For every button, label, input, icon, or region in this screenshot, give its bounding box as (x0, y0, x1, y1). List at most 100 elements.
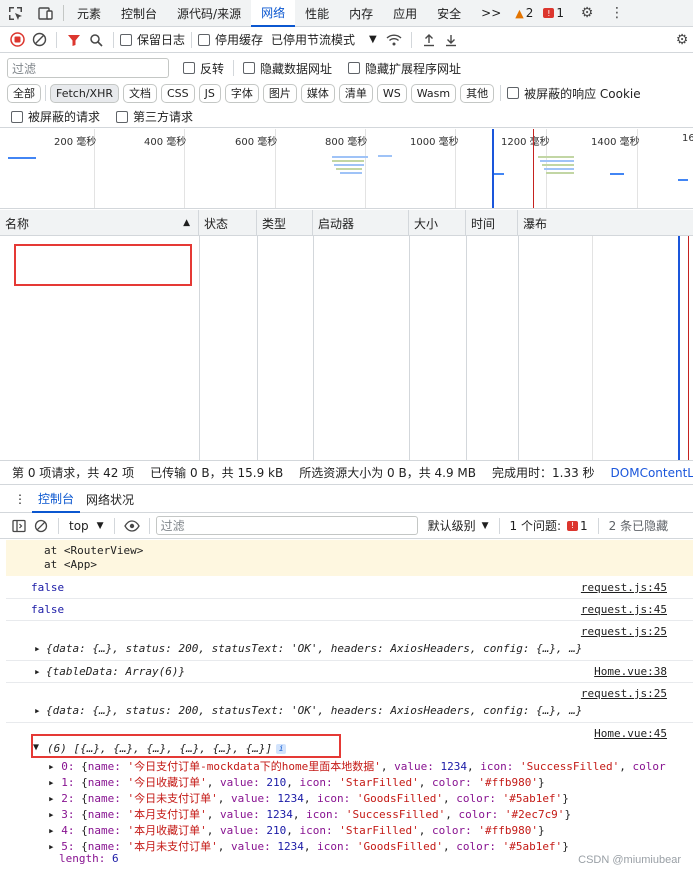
search-icon[interactable] (85, 29, 107, 51)
array-item-row[interactable]: ▸ 0: {name: '今日支付订单-mockdata下的home里面本地数据… (48, 758, 666, 774)
separator (597, 517, 599, 534)
blocked-requests-row: 被屏蔽的请求 第三方请求 (0, 106, 693, 128)
separator (58, 517, 59, 534)
console-filter-input[interactable]: 过滤 (155, 516, 418, 535)
dom-content-loaded-time: DOMContentLoade (610, 465, 693, 480)
tab-memory[interactable]: 内存 (339, 0, 383, 27)
hide-data-urls-checkbox[interactable] (243, 62, 256, 74)
item-color: '#5ab1ef' (502, 840, 563, 853)
network-settings-gear-icon[interactable]: ⚙ (671, 29, 693, 51)
type-filter-wasm[interactable]: Wasm (410, 83, 457, 103)
source-link[interactable]: request.js:45 (581, 603, 667, 616)
source-link[interactable]: Home.vue:45 (594, 727, 667, 740)
array-item-row[interactable]: ▸ 3: {name: '本月支付订单', value: 1234, icon:… (48, 806, 571, 822)
context-select[interactable]: top ▼ (65, 519, 108, 533)
type-filter-doc[interactable]: 文档 (122, 83, 157, 103)
type-filter-fetch-xhr[interactable]: Fetch/XHR (50, 83, 119, 103)
more-options-icon[interactable]: ⋮ (602, 0, 632, 27)
type-filter-other[interactable]: 其他 (460, 83, 495, 103)
column-header-waterfall[interactable]: 瀑布 (518, 210, 693, 236)
item-name: '今日收藏订单' (127, 776, 207, 789)
drawer-tab-console[interactable]: 控制台 (32, 486, 81, 513)
device-toolbar-icon[interactable] (30, 0, 60, 27)
array-item-row[interactable]: ▸ 5: {name: '本月未支付订单', value: 1234, icon… (48, 838, 569, 854)
settings-gear-icon[interactable]: ⚙ (572, 0, 602, 27)
source-link[interactable]: Home.vue:38 (594, 665, 667, 678)
stop-recording-icon[interactable] (6, 29, 28, 51)
column-header-initiator[interactable]: 启动器 (313, 210, 409, 236)
inspect-element-icon[interactable] (0, 0, 30, 27)
errors-badge[interactable]: ! 1 (543, 6, 564, 20)
third-party-requests-checkbox[interactable] (116, 110, 129, 123)
expand-object-icon[interactable]: ▸ (34, 642, 41, 655)
warnings-badge[interactable]: ▲ 2 (515, 6, 533, 20)
object-preview[interactable]: {data: {…}, status: 200, statusText: 'OK… (46, 704, 582, 717)
filter-input[interactable]: 过滤 (7, 58, 169, 78)
source-link[interactable]: request.js:45 (581, 581, 667, 594)
network-overview-timeline[interactable]: 200 毫秒 400 毫秒 600 毫秒 800 毫秒 1000 毫秒 1200… (0, 129, 693, 209)
expand-item-icon: ▸ (48, 824, 62, 837)
column-header-name[interactable]: 名称 ▲ (0, 210, 199, 236)
array-item-row[interactable]: ▸ 1: {name: '今日收藏订单', value: 210, icon: … (48, 774, 545, 790)
type-filter-font[interactable]: 字体 (224, 83, 259, 103)
tab-console[interactable]: 控制台 (111, 0, 167, 27)
source-link[interactable]: request.js:25 (581, 687, 667, 700)
tab-security[interactable]: 安全 (427, 0, 471, 27)
overview-request-bar (542, 164, 574, 166)
tab-separator (63, 5, 64, 21)
resources-size: 所选资源大小为 0 B，共 4.9 MB (299, 466, 476, 480)
filter-funnel-icon[interactable] (63, 29, 85, 51)
expand-object-icon[interactable]: ▸ (34, 665, 41, 678)
item-value: 1234 (277, 792, 304, 805)
disable-cache-checkbox[interactable] (198, 33, 211, 46)
console-sidebar-icon[interactable] (8, 515, 30, 537)
blocked-requests-checkbox[interactable] (11, 110, 23, 123)
invert-checkbox[interactable] (183, 62, 195, 74)
clear-icon[interactable] (28, 29, 50, 51)
tab-network[interactable]: 网络 (251, 0, 296, 27)
export-har-icon[interactable] (440, 29, 462, 51)
expand-object-icon[interactable]: ▸ (34, 704, 41, 717)
overview-request-bar (538, 156, 574, 158)
preserve-log-checkbox[interactable] (120, 33, 132, 46)
object-preview[interactable]: {tableData: Array(6)} (46, 665, 185, 678)
column-header-status[interactable]: 状态 (199, 210, 257, 236)
type-filter-media[interactable]: 媒体 (300, 83, 335, 103)
import-har-icon[interactable] (418, 29, 440, 51)
tab-application[interactable]: 应用 (383, 0, 427, 27)
type-filter-manifest[interactable]: 清单 (338, 83, 373, 103)
item-icon-name: 'GoodsFilled' (356, 792, 443, 805)
drawer-tabbar: ⋮ 控制台 网络状况 (0, 486, 693, 513)
chevron-down-icon: ▼ (481, 520, 489, 531)
column-header-type[interactable]: 类型 (257, 210, 313, 236)
log-level-select[interactable]: 默认级别 ▼ (424, 517, 493, 534)
column-header-time[interactable]: 时间 (466, 210, 518, 236)
separator (191, 31, 193, 48)
type-filter-css[interactable]: CSS (160, 83, 195, 103)
chevron-down-icon[interactable]: ▼ (369, 34, 377, 45)
network-conditions-wifi-icon[interactable] (383, 29, 405, 51)
network-toolbar: 保留日志 停用缓存 已停用节流模式 ▼ ⚙ (0, 27, 693, 53)
drawer-menu-icon[interactable]: ⋮ (0, 486, 32, 513)
tab-performance[interactable]: 性能 (295, 0, 339, 27)
type-filter-img[interactable]: 图片 (262, 83, 297, 103)
more-tabs-button[interactable]: >> (471, 0, 511, 27)
source-link[interactable]: request.js:25 (581, 625, 667, 638)
tab-elements[interactable]: 元素 (67, 0, 111, 27)
drawer-tab-network-conditions[interactable]: 网络状况 (80, 486, 140, 513)
blocked-response-cookies-checkbox[interactable] (507, 87, 520, 99)
tab-sources[interactable]: 源代码/来源 (167, 0, 251, 27)
type-filter-ws[interactable]: WS (376, 83, 407, 103)
type-filter-js[interactable]: JS (198, 83, 221, 103)
live-expression-eye-icon[interactable] (121, 515, 143, 537)
highlight-box (14, 244, 192, 286)
throttle-select[interactable]: 已停用节流模式 (271, 31, 355, 48)
clear-console-icon[interactable] (30, 515, 52, 537)
array-item-row[interactable]: ▸ 2: {name: '今日未支付订单', value: 1234, icon… (48, 790, 569, 806)
array-item-row[interactable]: ▸ 4: {name: '本月收藏订单', value: 210, icon: … (48, 822, 545, 838)
object-preview[interactable]: {data: {…}, status: 200, statusText: 'OK… (46, 642, 582, 655)
type-filter-all[interactable]: 全部 (7, 83, 41, 103)
hide-extension-urls-checkbox[interactable] (348, 62, 361, 74)
column-header-size[interactable]: 大小 (409, 210, 466, 236)
issues-button[interactable]: 1 个问题: ! 1 (506, 517, 592, 534)
